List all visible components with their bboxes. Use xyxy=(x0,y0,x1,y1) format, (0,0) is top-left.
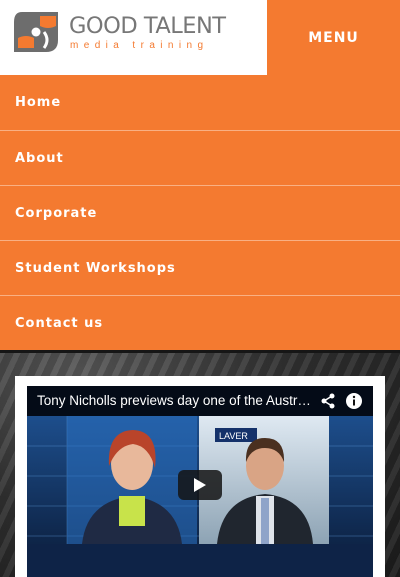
share-icon[interactable] xyxy=(320,393,336,409)
video-card: LAVER Tony Nicholls previews day one of … xyxy=(15,376,385,577)
brand-tagline: media training xyxy=(70,40,209,51)
play-button[interactable] xyxy=(178,470,222,500)
nav-item-home[interactable]: Home xyxy=(0,75,400,130)
nav-item-student-workshops[interactable]: Student Workshops xyxy=(0,240,400,295)
nav-item-corporate[interactable]: Corporate xyxy=(0,185,400,240)
main-nav: Home About Corporate Student Workshops C… xyxy=(0,75,400,350)
site-logo[interactable]: GOOD TALENT media training xyxy=(14,10,264,54)
menu-button[interactable]: MENU xyxy=(267,0,400,75)
nav-item-contact-us[interactable]: Contact us xyxy=(0,295,400,350)
video-title[interactable]: Tony Nicholls previews day one of the Au… xyxy=(37,393,315,408)
brand-name: GOOD TALENT xyxy=(69,13,226,39)
nav-item-about[interactable]: About xyxy=(0,130,400,185)
info-icon[interactable] xyxy=(345,392,363,410)
site-header: GOOD TALENT media training MENU xyxy=(0,0,400,75)
video-player[interactable]: LAVER Tony Nicholls previews day one of … xyxy=(27,386,373,577)
logo-mark-icon xyxy=(14,12,58,52)
band-divider xyxy=(0,350,400,353)
play-icon xyxy=(194,478,206,492)
backdrop-sign-text: LAVER xyxy=(219,431,248,441)
